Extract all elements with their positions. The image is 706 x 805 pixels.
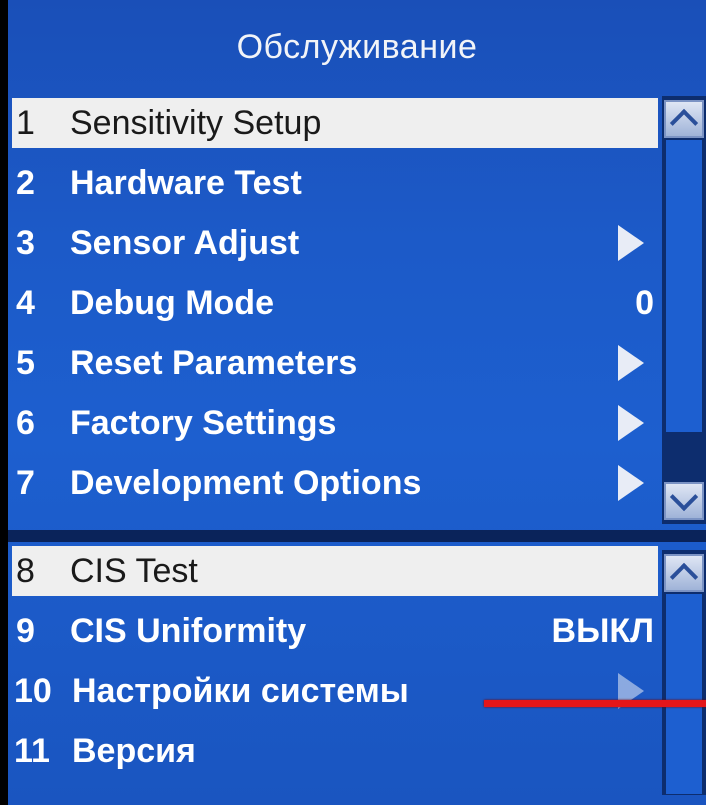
menu-item-number: 3 xyxy=(16,223,35,262)
scroll-down-button[interactable] xyxy=(664,482,704,520)
menu-item-debug-mode[interactable]: 4 Debug Mode 0 xyxy=(12,278,658,328)
menu-item-sensor-adjust[interactable]: 3 Sensor Adjust xyxy=(12,218,658,268)
scroll-up-button[interactable] xyxy=(664,100,704,138)
menu-item-label: Версия xyxy=(72,731,196,770)
submenu-arrow-icon xyxy=(618,405,644,441)
scrollbar-thumb[interactable] xyxy=(666,594,702,794)
menu-item-cis-test[interactable]: 8 CIS Test xyxy=(12,546,658,596)
menu-item-label: Development Options xyxy=(70,463,422,502)
menu-item-number: 1 xyxy=(16,103,35,142)
scroll-up-button[interactable] xyxy=(664,554,704,592)
menu-item-label: Sensor Adjust xyxy=(70,223,300,262)
chevron-down-icon xyxy=(669,482,699,512)
menu-panel-bottom: 8 CIS Test 9 CIS Uniformity ВЫКЛ 10 Наст… xyxy=(12,546,658,791)
menu-item-system-settings[interactable]: 10 Настройки системы xyxy=(12,666,658,716)
menu-item-label: Reset Parameters xyxy=(70,343,358,382)
annotation-pointer-line xyxy=(484,700,706,707)
menu-item-cis-uniformity[interactable]: 9 CIS Uniformity ВЫКЛ xyxy=(12,606,658,656)
menu-item-version[interactable]: 11 Версия xyxy=(12,726,658,776)
menu-item-number: 8 xyxy=(16,551,35,590)
menu-item-factory-settings[interactable]: 6 Factory Settings xyxy=(12,398,658,448)
chevron-up-icon xyxy=(669,108,699,138)
menu-item-label: Factory Settings xyxy=(70,403,337,442)
menu-item-value: ВЫКЛ xyxy=(551,611,654,650)
menu-item-development-options[interactable]: 7 Development Options xyxy=(12,458,658,508)
menu-item-label: Hardware Test xyxy=(70,163,302,202)
menu-item-label: CIS Uniformity xyxy=(70,611,307,650)
panel-divider xyxy=(8,530,706,542)
device-screen: Обслуживание 1 Sensitivity Setup 2 Hardw… xyxy=(8,0,706,805)
scrollbar-thumb[interactable] xyxy=(666,140,702,432)
chevron-up-icon xyxy=(669,562,699,592)
menu-item-sensitivity-setup[interactable]: 1 Sensitivity Setup xyxy=(12,98,658,148)
menu-item-reset-parameters[interactable]: 5 Reset Parameters xyxy=(12,338,658,388)
scrollbar-top[interactable] xyxy=(662,96,706,524)
submenu-arrow-icon xyxy=(618,225,644,261)
submenu-arrow-icon xyxy=(618,465,644,501)
submenu-arrow-icon xyxy=(618,345,644,381)
menu-item-label: Sensitivity Setup xyxy=(70,103,322,142)
scrollbar-bottom[interactable] xyxy=(662,550,706,795)
menu-item-number: 10 xyxy=(14,671,52,710)
menu-item-label: CIS Test xyxy=(70,551,198,590)
menu-item-number: 11 xyxy=(14,731,50,770)
menu-item-number: 5 xyxy=(16,343,35,382)
menu-item-number: 6 xyxy=(16,403,35,442)
menu-item-number: 4 xyxy=(16,283,35,322)
menu-item-number: 7 xyxy=(16,463,35,502)
menu-item-hardware-test[interactable]: 2 Hardware Test xyxy=(12,158,658,208)
menu-item-number: 9 xyxy=(16,611,35,650)
menu-item-label: Debug Mode xyxy=(70,283,274,322)
screen-title: Обслуживание xyxy=(236,27,478,66)
menu-item-number: 2 xyxy=(16,163,35,202)
menu-item-value: 0 xyxy=(635,283,654,322)
menu-panel-top: 1 Sensitivity Setup 2 Hardware Test 3 Se… xyxy=(12,94,658,526)
